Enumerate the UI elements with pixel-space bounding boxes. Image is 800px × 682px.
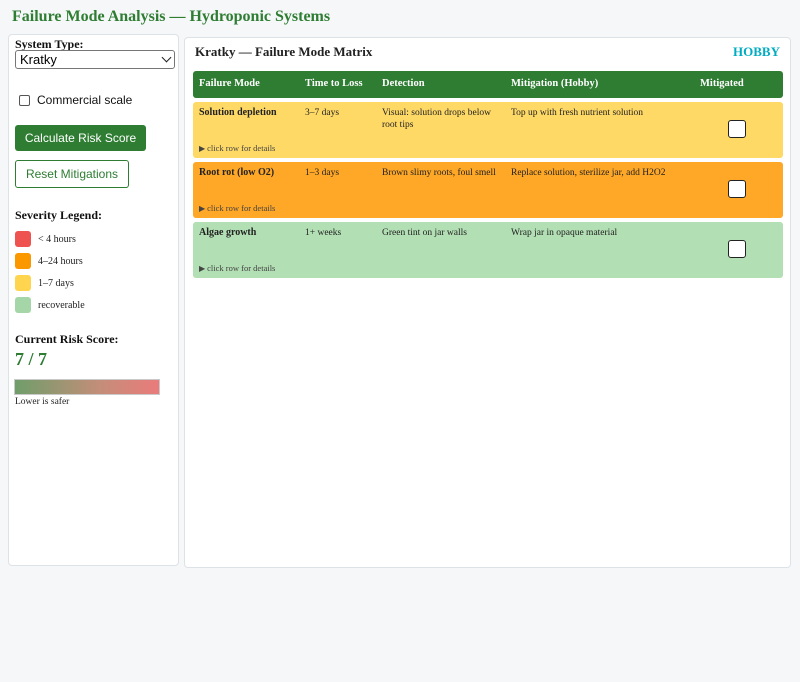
row-failure-mode: Solution depletion bbox=[199, 107, 277, 118]
system-type-value: Kratky bbox=[20, 52, 57, 67]
expand-triangle-icon: ▶ bbox=[199, 264, 206, 273]
header-detection: Detection bbox=[382, 78, 425, 89]
row-hint-text: click row for details bbox=[207, 263, 276, 273]
mode-badge: HOBBY bbox=[733, 44, 780, 59]
matrix-title: Kratky — Failure Mode Matrix bbox=[195, 44, 373, 59]
legend-item-high: 4–24 hours bbox=[15, 253, 83, 269]
calculate-risk-button[interactable]: Calculate Risk Score bbox=[15, 125, 146, 151]
page-title: Failure Mode Analysis — Hydroponic Syste… bbox=[12, 8, 331, 25]
legend-swatch bbox=[15, 275, 31, 291]
table-row[interactable]: Algae growth 1+ weeks Green tint on jar … bbox=[193, 222, 783, 278]
risk-score-caption: Lower is safer bbox=[15, 397, 70, 407]
row-time-to-loss: 1+ weeks bbox=[305, 228, 342, 238]
commercial-scale-checkbox[interactable] bbox=[19, 94, 30, 106]
severity-legend-title: Severity Legend: bbox=[15, 208, 102, 222]
row-detection: Visual: solution drops below root tips bbox=[382, 108, 491, 130]
risk-score-bar bbox=[14, 379, 160, 395]
row-mitigation: Top up with fresh nutrient solution bbox=[511, 108, 644, 118]
row-failure-mode: Algae growth bbox=[199, 227, 257, 238]
expand-triangle-icon: ▶ bbox=[199, 204, 206, 213]
row-details-hint[interactable]: ▶ click row for details bbox=[199, 143, 275, 153]
reset-mitigations-button[interactable]: Reset Mitigations bbox=[15, 160, 129, 188]
header-mitigated: Mitigated bbox=[700, 78, 744, 89]
legend-swatch bbox=[15, 253, 31, 269]
risk-score-title: Current Risk Score: bbox=[15, 332, 119, 346]
legend-item-low: recoverable bbox=[15, 297, 85, 313]
row-mitigation: Wrap jar in opaque material bbox=[511, 228, 618, 238]
commercial-scale-toggle[interactable]: Commercial scale bbox=[19, 93, 132, 107]
row-details-hint[interactable]: ▶ click row for details bbox=[199, 263, 275, 273]
row-hint-text: click row for details bbox=[207, 143, 276, 153]
row-mitigation: Replace solution, sterilize jar, add H2O… bbox=[511, 168, 666, 178]
row-detection: Brown slimy roots, foul smell bbox=[382, 168, 496, 178]
header-failure-mode: Failure Mode bbox=[199, 78, 260, 89]
chevron-down-icon bbox=[161, 52, 172, 63]
mitigated-checkbox[interactable] bbox=[728, 120, 746, 138]
legend-label: 4–24 hours bbox=[38, 255, 83, 267]
commercial-scale-label: Commercial scale bbox=[37, 93, 133, 107]
failure-mode-panel: Kratky — Failure Mode Matrix HOBBY Failu… bbox=[184, 37, 791, 568]
row-details-hint[interactable]: ▶ click row for details bbox=[199, 203, 275, 213]
legend-item-medium: 1–7 days bbox=[15, 275, 74, 291]
mitigated-checkbox[interactable] bbox=[728, 180, 746, 198]
expand-triangle-icon: ▶ bbox=[199, 144, 206, 153]
failure-mode-table: Failure Mode Time to Loss Detection Miti… bbox=[193, 71, 783, 278]
legend-label: 1–7 days bbox=[38, 277, 74, 289]
legend-swatch bbox=[15, 297, 31, 313]
mitigated-checkbox[interactable] bbox=[728, 240, 746, 258]
legend-label: < 4 hours bbox=[38, 233, 76, 245]
row-hint-text: click row for details bbox=[207, 203, 276, 213]
row-time-to-loss: 3–7 days bbox=[305, 108, 340, 118]
header-time-to-loss: Time to Loss bbox=[305, 78, 363, 89]
table-row[interactable]: Root rot (low O2) 1–3 days Brown slimy r… bbox=[193, 162, 783, 218]
risk-score-value: 7 / 7 bbox=[15, 349, 48, 369]
row-failure-mode: Root rot (low O2) bbox=[199, 167, 275, 178]
table-row[interactable]: Solution depletion 3–7 days Visual: solu… bbox=[193, 102, 783, 158]
sidebar: System Type: Kratky Commercial scale Cal… bbox=[8, 34, 179, 566]
system-type-select[interactable]: Kratky bbox=[15, 50, 175, 69]
header-mitigation: Mitigation (Hobby) bbox=[511, 78, 599, 89]
legend-swatch bbox=[15, 231, 31, 247]
row-time-to-loss: 1–3 days bbox=[305, 168, 340, 178]
legend-item-critical: < 4 hours bbox=[15, 231, 76, 247]
table-header: Failure Mode Time to Loss Detection Miti… bbox=[193, 71, 783, 98]
row-detection: Green tint on jar walls bbox=[382, 228, 467, 238]
legend-label: recoverable bbox=[38, 299, 85, 311]
